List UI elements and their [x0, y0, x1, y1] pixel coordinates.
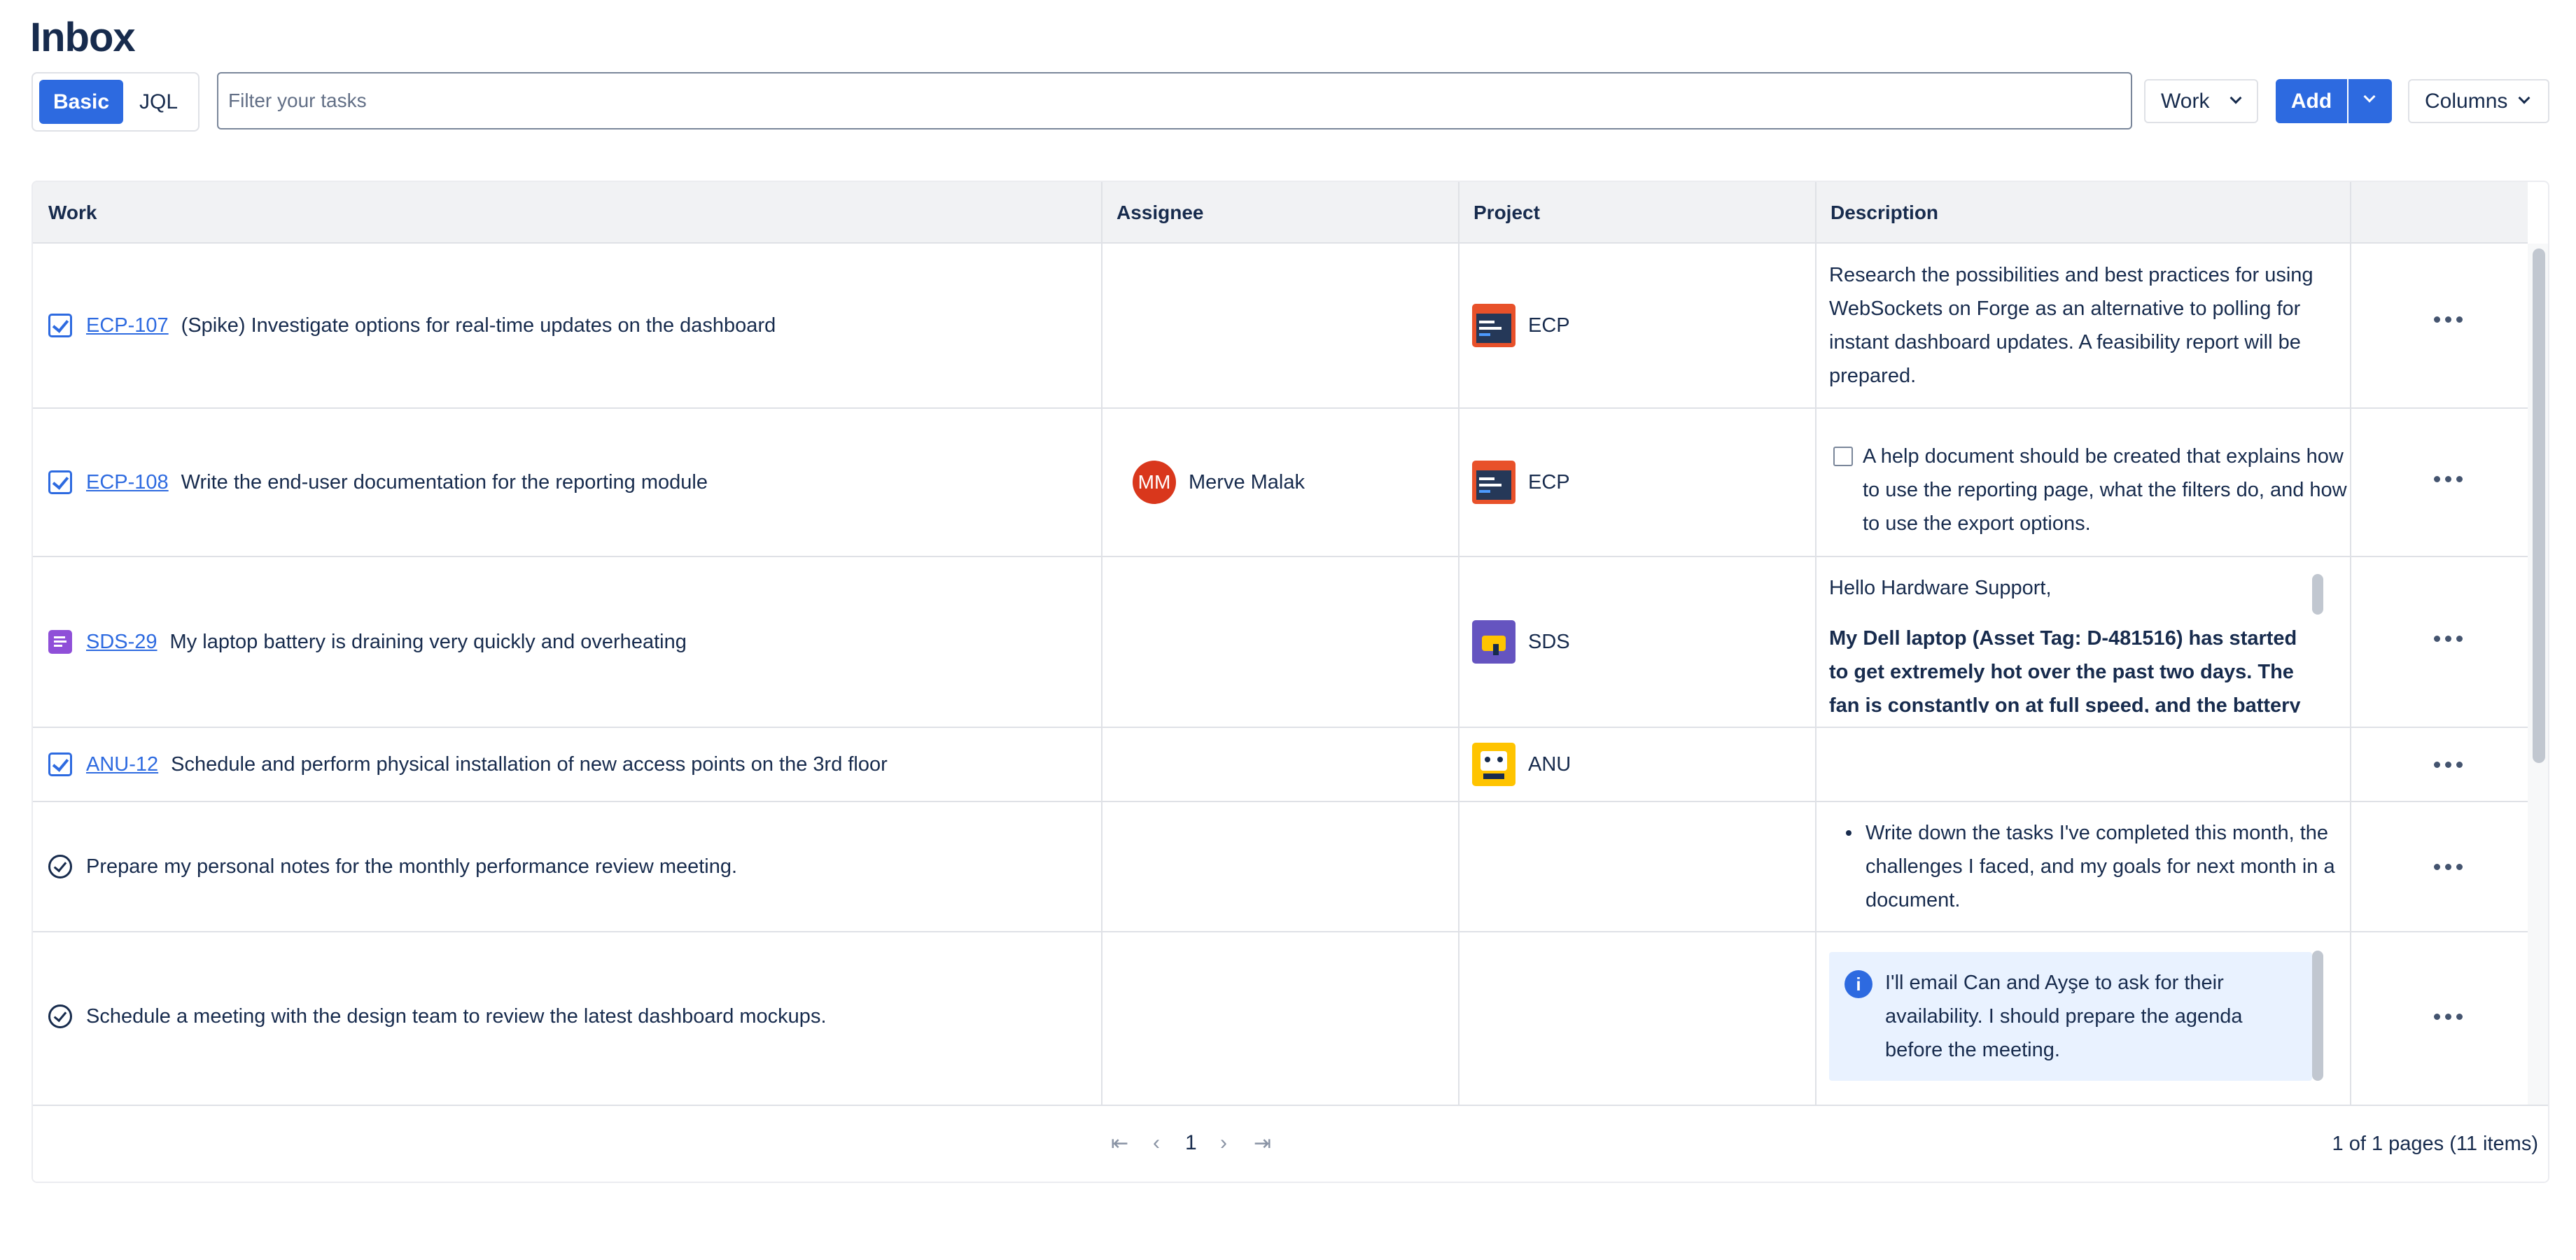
- more-actions-button[interactable]: [2427, 864, 2469, 870]
- project-name: SDS: [1528, 630, 1570, 653]
- work-type-dropdown[interactable]: Work: [2144, 79, 2258, 123]
- add-button[interactable]: Add: [2276, 79, 2347, 123]
- table-row[interactable]: ECP-108 Write the end-user documentation…: [33, 409, 2528, 557]
- sds-project-icon: [1472, 620, 1516, 664]
- issue-summary[interactable]: My laptop battery is draining very quick…: [170, 631, 687, 654]
- assignee-name: Merve Malak: [1189, 470, 1305, 493]
- column-header-project[interactable]: Project: [1458, 182, 1815, 244]
- issue-summary[interactable]: Write the end-user documentation for the…: [181, 471, 708, 494]
- table-scrollbar-thumb[interactable]: [2533, 248, 2545, 763]
- bullet-icon: [1846, 830, 1851, 836]
- first-page-icon[interactable]: ⇤: [1111, 1131, 1128, 1156]
- info-icon: i: [1844, 970, 1872, 998]
- more-actions-button[interactable]: [2427, 762, 2469, 768]
- anu-project-icon: [1472, 743, 1516, 786]
- table-row[interactable]: ECP-107 (Spike) Investigate options for …: [33, 244, 2528, 409]
- basic-mode-button[interactable]: Basic: [39, 80, 123, 124]
- last-page-icon[interactable]: ⇥: [1254, 1131, 1271, 1156]
- description-text: Write down the tasks I've completed this…: [1865, 822, 2335, 911]
- issue-key-link[interactable]: SDS-29: [86, 631, 158, 654]
- previous-page-icon[interactable]: ‹: [1153, 1131, 1160, 1155]
- add-options-button[interactable]: [2348, 79, 2392, 123]
- work-cell: Schedule a meeting with the design team …: [48, 932, 1084, 1100]
- personal-task-icon: [48, 855, 72, 878]
- work-cell: Prepare my personal notes for the monthl…: [48, 802, 1084, 931]
- task-checkbox-icon: [48, 314, 72, 337]
- description-cell: A help document should be created that e…: [1829, 409, 2361, 556]
- description-text: Research the possibilities and best prac…: [1829, 264, 2314, 387]
- project-name: ANU: [1528, 752, 1572, 776]
- project-cell: ANU: [1472, 728, 1808, 801]
- description-text: I'll email Can and Ayşe to ask for their…: [1885, 972, 2243, 1061]
- tasks-table: Work Assignee Project Description ECP-10…: [31, 181, 2549, 1183]
- description-text: A help document should be created that e…: [1863, 445, 2347, 535]
- ecp-project-icon: [1472, 461, 1516, 504]
- issue-key-link[interactable]: ECP-108: [86, 471, 169, 494]
- personal-task-icon: [48, 1004, 72, 1028]
- description-scrollbar[interactable]: [2312, 574, 2323, 615]
- table-row[interactable]: ANU-12 Schedule and perform physical ins…: [33, 728, 2528, 802]
- chevron-down-icon: [2230, 92, 2242, 104]
- project-name: ECP: [1528, 470, 1570, 493]
- issue-key-link[interactable]: ECP-107: [86, 314, 169, 337]
- issue-key-link[interactable]: ANU-12: [86, 753, 158, 776]
- pagination-bar: ⇤ ‹ 1 › ⇥ 1 of 1 pages (11 items): [33, 1105, 2548, 1182]
- issue-summary[interactable]: Prepare my personal notes for the monthl…: [86, 855, 737, 878]
- info-panel: i I'll email Can and Ayşe to ask for the…: [1829, 952, 2312, 1081]
- work-cell: SDS-29 My laptop battery is draining ver…: [48, 557, 1084, 727]
- description-cell: Hello Hardware Support, My Dell laptop (…: [1829, 557, 2361, 713]
- work-cell: ECP-108 Write the end-user documentation…: [48, 409, 1084, 556]
- project-cell: SDS: [1472, 557, 1808, 727]
- filter-input[interactable]: [217, 72, 2132, 130]
- issue-summary[interactable]: (Spike) Investigate options for real-tim…: [181, 314, 776, 337]
- work-cell: ECP-107 (Spike) Investigate options for …: [48, 244, 1084, 407]
- column-header-description[interactable]: Description: [1815, 182, 2350, 244]
- description-cell: i I'll email Can and Ayşe to ask for the…: [1829, 932, 2361, 1100]
- page-number[interactable]: 1: [1185, 1131, 1197, 1155]
- column-header-work[interactable]: Work: [33, 182, 1101, 244]
- more-actions-button[interactable]: [2427, 476, 2469, 482]
- task-checkbox-icon: [48, 470, 72, 494]
- work-cell: ANU-12 Schedule and perform physical ins…: [48, 728, 1084, 801]
- ecp-project-icon: [1472, 304, 1516, 347]
- description-checkbox[interactable]: [1833, 447, 1853, 466]
- project-cell: ECP: [1472, 244, 1808, 407]
- description-text-block: Hello Hardware Support, My Dell laptop (…: [1829, 557, 2312, 713]
- issue-summary[interactable]: Schedule a meeting with the design team …: [86, 1005, 827, 1028]
- columns-dropdown[interactable]: Columns: [2408, 79, 2549, 123]
- pagination-summary: 1 of 1 pages (11 items): [2332, 1133, 2538, 1155]
- page-title: Inbox: [30, 15, 136, 60]
- task-checkbox-icon: [48, 752, 72, 776]
- columns-dropdown-label: Columns: [2425, 89, 2508, 113]
- column-header-assignee[interactable]: Assignee: [1101, 182, 1458, 244]
- project-name: ECP: [1528, 314, 1570, 337]
- description-scrollbar[interactable]: [2312, 951, 2323, 1081]
- jql-mode-button[interactable]: JQL: [125, 80, 192, 124]
- description-greeting: Hello Hardware Support,: [1829, 577, 2052, 599]
- project-cell: ECP: [1472, 409, 1808, 556]
- more-actions-button[interactable]: [2427, 636, 2469, 642]
- more-actions-button[interactable]: [2427, 316, 2469, 323]
- description-text: My Dell laptop (Asset Tag: D-481516) has…: [1829, 627, 2301, 713]
- description-cell: Research the possibilities and best prac…: [1829, 244, 2361, 407]
- table-row[interactable]: Schedule a meeting with the design team …: [33, 932, 2528, 1105]
- table-row[interactable]: SDS-29 My laptop battery is draining ver…: [33, 557, 2528, 728]
- issue-summary[interactable]: Schedule and perform physical installati…: [171, 753, 888, 776]
- request-icon: [48, 630, 72, 654]
- chevron-down-icon: [2518, 92, 2530, 104]
- table-header: Work Assignee Project Description: [33, 182, 2528, 244]
- search-mode-toggle: Basic JQL: [31, 72, 200, 132]
- avatar: MM: [1133, 461, 1176, 504]
- chevron-down-icon: [2363, 90, 2376, 103]
- more-actions-button[interactable]: [2427, 1014, 2469, 1020]
- description-cell: Write down the tasks I've completed this…: [1829, 802, 2361, 931]
- work-dropdown-label: Work: [2161, 89, 2210, 113]
- next-page-icon[interactable]: ›: [1220, 1131, 1227, 1155]
- assignee-cell[interactable]: MM Merve Malak: [1133, 409, 1469, 556]
- table-row[interactable]: Prepare my personal notes for the monthl…: [33, 802, 2528, 932]
